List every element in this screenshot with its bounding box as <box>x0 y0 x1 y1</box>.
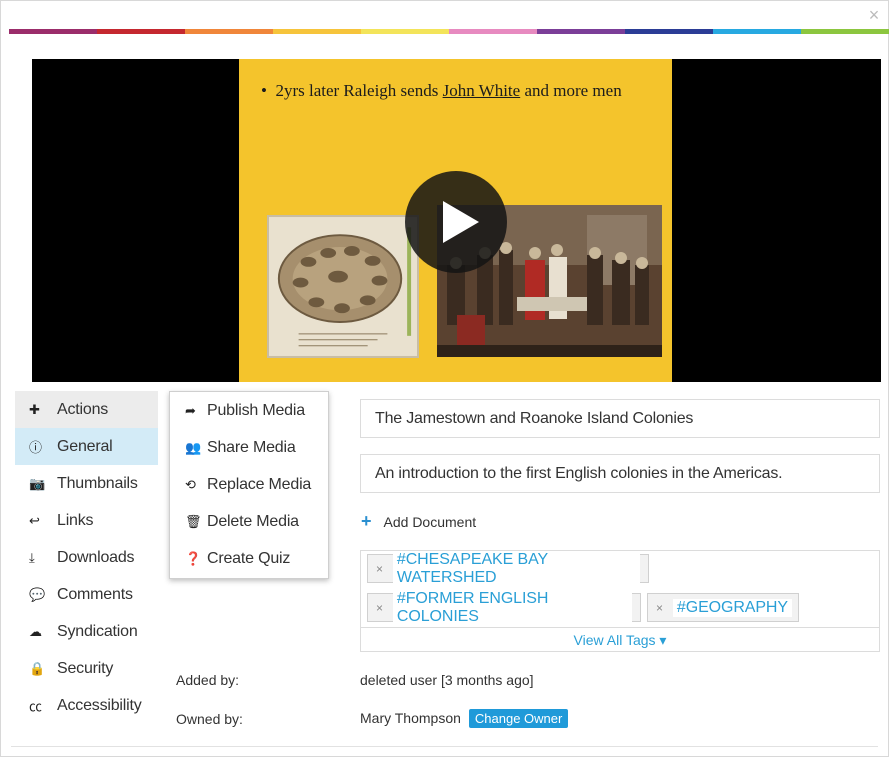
village-map-drawing <box>269 217 417 356</box>
change-owner-button[interactable]: Change Owner <box>468 709 569 728</box>
cc-icon: ㏄ <box>29 699 42 714</box>
slide-bullet: • <box>261 81 267 100</box>
tag-label[interactable]: #GEOGRAPHY <box>672 598 792 617</box>
sidebar-item-accessibility[interactable]: ㏄ Accessibility <box>15 687 158 724</box>
tags-box: × #CHESAPEAKE BAY WATERSHED × #FORMER EN… <box>360 550 880 652</box>
tag-label[interactable]: #FORMER ENGLISH COLONIES <box>392 589 632 626</box>
sidebar-item-actions[interactable]: ✚ Actions <box>15 391 158 428</box>
slide-text: • 2yrs later Raleigh sends John White an… <box>261 81 622 101</box>
sidebar-item-label: Comments <box>57 585 133 603</box>
sidebar-item-downloads[interactable]: ⤓ Downloads <box>15 539 158 576</box>
sidebar-item-label: Links <box>57 511 94 529</box>
close-icon[interactable]: × <box>866 6 882 24</box>
lock-icon: 🔒 <box>29 660 45 676</box>
title-value: The Jamestown and Roanoke Island Colonie… <box>375 409 694 427</box>
owned-by-row: Mary Thompson Change Owner <box>360 709 569 728</box>
bottom-divider <box>11 746 878 747</box>
menu-item-replace-media[interactable]: ⟲ Replace Media <box>170 466 328 503</box>
sidebar-item-label: Accessibility <box>57 696 142 714</box>
remove-tag-icon[interactable]: × <box>376 562 383 576</box>
color-strip-segment <box>97 29 185 34</box>
added-by-value: deleted user [3 months ago] <box>360 672 534 688</box>
added-by-label: Added by: <box>176 672 240 688</box>
menu-item-create-quiz[interactable]: ❓ Create Quiz <box>170 540 328 577</box>
sidebar-item-label: General <box>57 437 113 455</box>
add-document-button[interactable]: + Add Document <box>361 511 476 532</box>
sidebar-item-label: Syndication <box>57 622 138 640</box>
tag-chip: × #GEOGRAPHY <box>647 593 799 622</box>
color-strip-segment <box>361 29 449 34</box>
village-map-image <box>267 215 419 358</box>
slide-link-text: John White <box>442 81 521 100</box>
description-field[interactable]: An introduction to the first English col… <box>360 454 880 493</box>
sidebar-item-links[interactable]: ↩ Links <box>15 502 158 539</box>
user-plus-icon: 👥 <box>185 439 201 455</box>
sidebar-nav: ✚ Actions ⓘ General 📷 Thumbnails ↩ Links… <box>15 391 158 724</box>
plus-icon: ✚ <box>29 401 40 417</box>
sidebar-item-security[interactable]: 🔒 Security <box>15 650 158 687</box>
title-field[interactable]: The Jamestown and Roanoke Island Colonie… <box>360 399 880 438</box>
view-all-tags-link[interactable]: View All Tags ▾ <box>361 627 879 653</box>
menu-item-share-media[interactable]: 👥 Share Media <box>170 429 328 466</box>
question-circle-icon: ❓ <box>185 550 201 566</box>
tag-chip: × #FORMER ENGLISH COLONIES <box>367 589 641 626</box>
description-value: An introduction to the first English col… <box>375 464 783 482</box>
sidebar-item-label: Downloads <box>57 548 135 566</box>
color-strip-segment <box>537 29 625 34</box>
sidebar-item-syndication[interactable]: ☁ Syndication <box>15 613 158 650</box>
slide-text-prefix: 2yrs later Raleigh sends <box>275 81 443 100</box>
download-icon: ⤓ <box>29 549 35 565</box>
play-button[interactable] <box>405 171 507 273</box>
color-strip-segment <box>625 29 713 34</box>
color-strip-segment <box>713 29 801 34</box>
owned-by-label: Owned by: <box>176 711 243 727</box>
color-strip <box>9 29 889 34</box>
color-strip-segment <box>801 29 889 34</box>
retweet-icon: ⟲ <box>185 476 196 492</box>
sidebar-item-label: Actions <box>57 400 109 418</box>
tag-label[interactable]: #CHESAPEAKE BAY WATERSHED <box>392 550 640 587</box>
menu-item-label: Delete Media <box>207 512 299 530</box>
color-strip-segment <box>449 29 537 34</box>
sidebar-item-comments[interactable]: 💬 Comments <box>15 576 158 613</box>
menu-item-publish-media[interactable]: ➦ Publish Media <box>170 392 328 429</box>
trash-icon: 🗑 <box>185 513 202 529</box>
sidebar-item-label: Thumbnails <box>57 474 138 492</box>
color-strip-segment <box>185 29 273 34</box>
menu-item-label: Publish Media <box>207 401 305 419</box>
menu-item-label: Share Media <box>207 438 296 456</box>
actions-dropdown-menu: ➦ Publish Media 👥 Share Media ⟲ Replace … <box>169 391 329 579</box>
menu-item-delete-media[interactable]: 🗑 Delete Media <box>170 503 328 540</box>
link-icon: ↩ <box>29 512 40 528</box>
owner-name: Mary Thompson <box>360 710 461 726</box>
menu-item-label: Replace Media <box>207 475 312 493</box>
info-icon: ⓘ <box>29 440 42 455</box>
sidebar-item-general[interactable]: ⓘ General <box>15 428 158 465</box>
camera-icon: 📷 <box>29 475 45 491</box>
comments-icon: 💬 <box>29 586 45 602</box>
remove-tag-icon[interactable]: × <box>656 601 663 615</box>
slide-text-suffix: and more men <box>520 81 622 100</box>
cloud-upload-icon: ☁ <box>29 623 42 639</box>
menu-item-label: Create Quiz <box>207 549 291 567</box>
remove-tag-icon[interactable]: × <box>376 601 383 615</box>
tag-chip: × #CHESAPEAKE BAY WATERSHED <box>367 550 649 587</box>
color-strip-segment <box>9 29 97 34</box>
plus-icon: + <box>361 511 372 531</box>
sidebar-item-label: Security <box>57 659 114 677</box>
media-details-window: × • 2yrs later Raleigh sends John White … <box>0 0 889 757</box>
share-arrow-icon: ➦ <box>185 402 196 418</box>
color-strip-segment <box>273 29 361 34</box>
sidebar-item-thumbnails[interactable]: 📷 Thumbnails <box>15 465 158 502</box>
add-document-label: Add Document <box>383 513 477 530</box>
video-player[interactable]: • 2yrs later Raleigh sends John White an… <box>32 59 881 382</box>
